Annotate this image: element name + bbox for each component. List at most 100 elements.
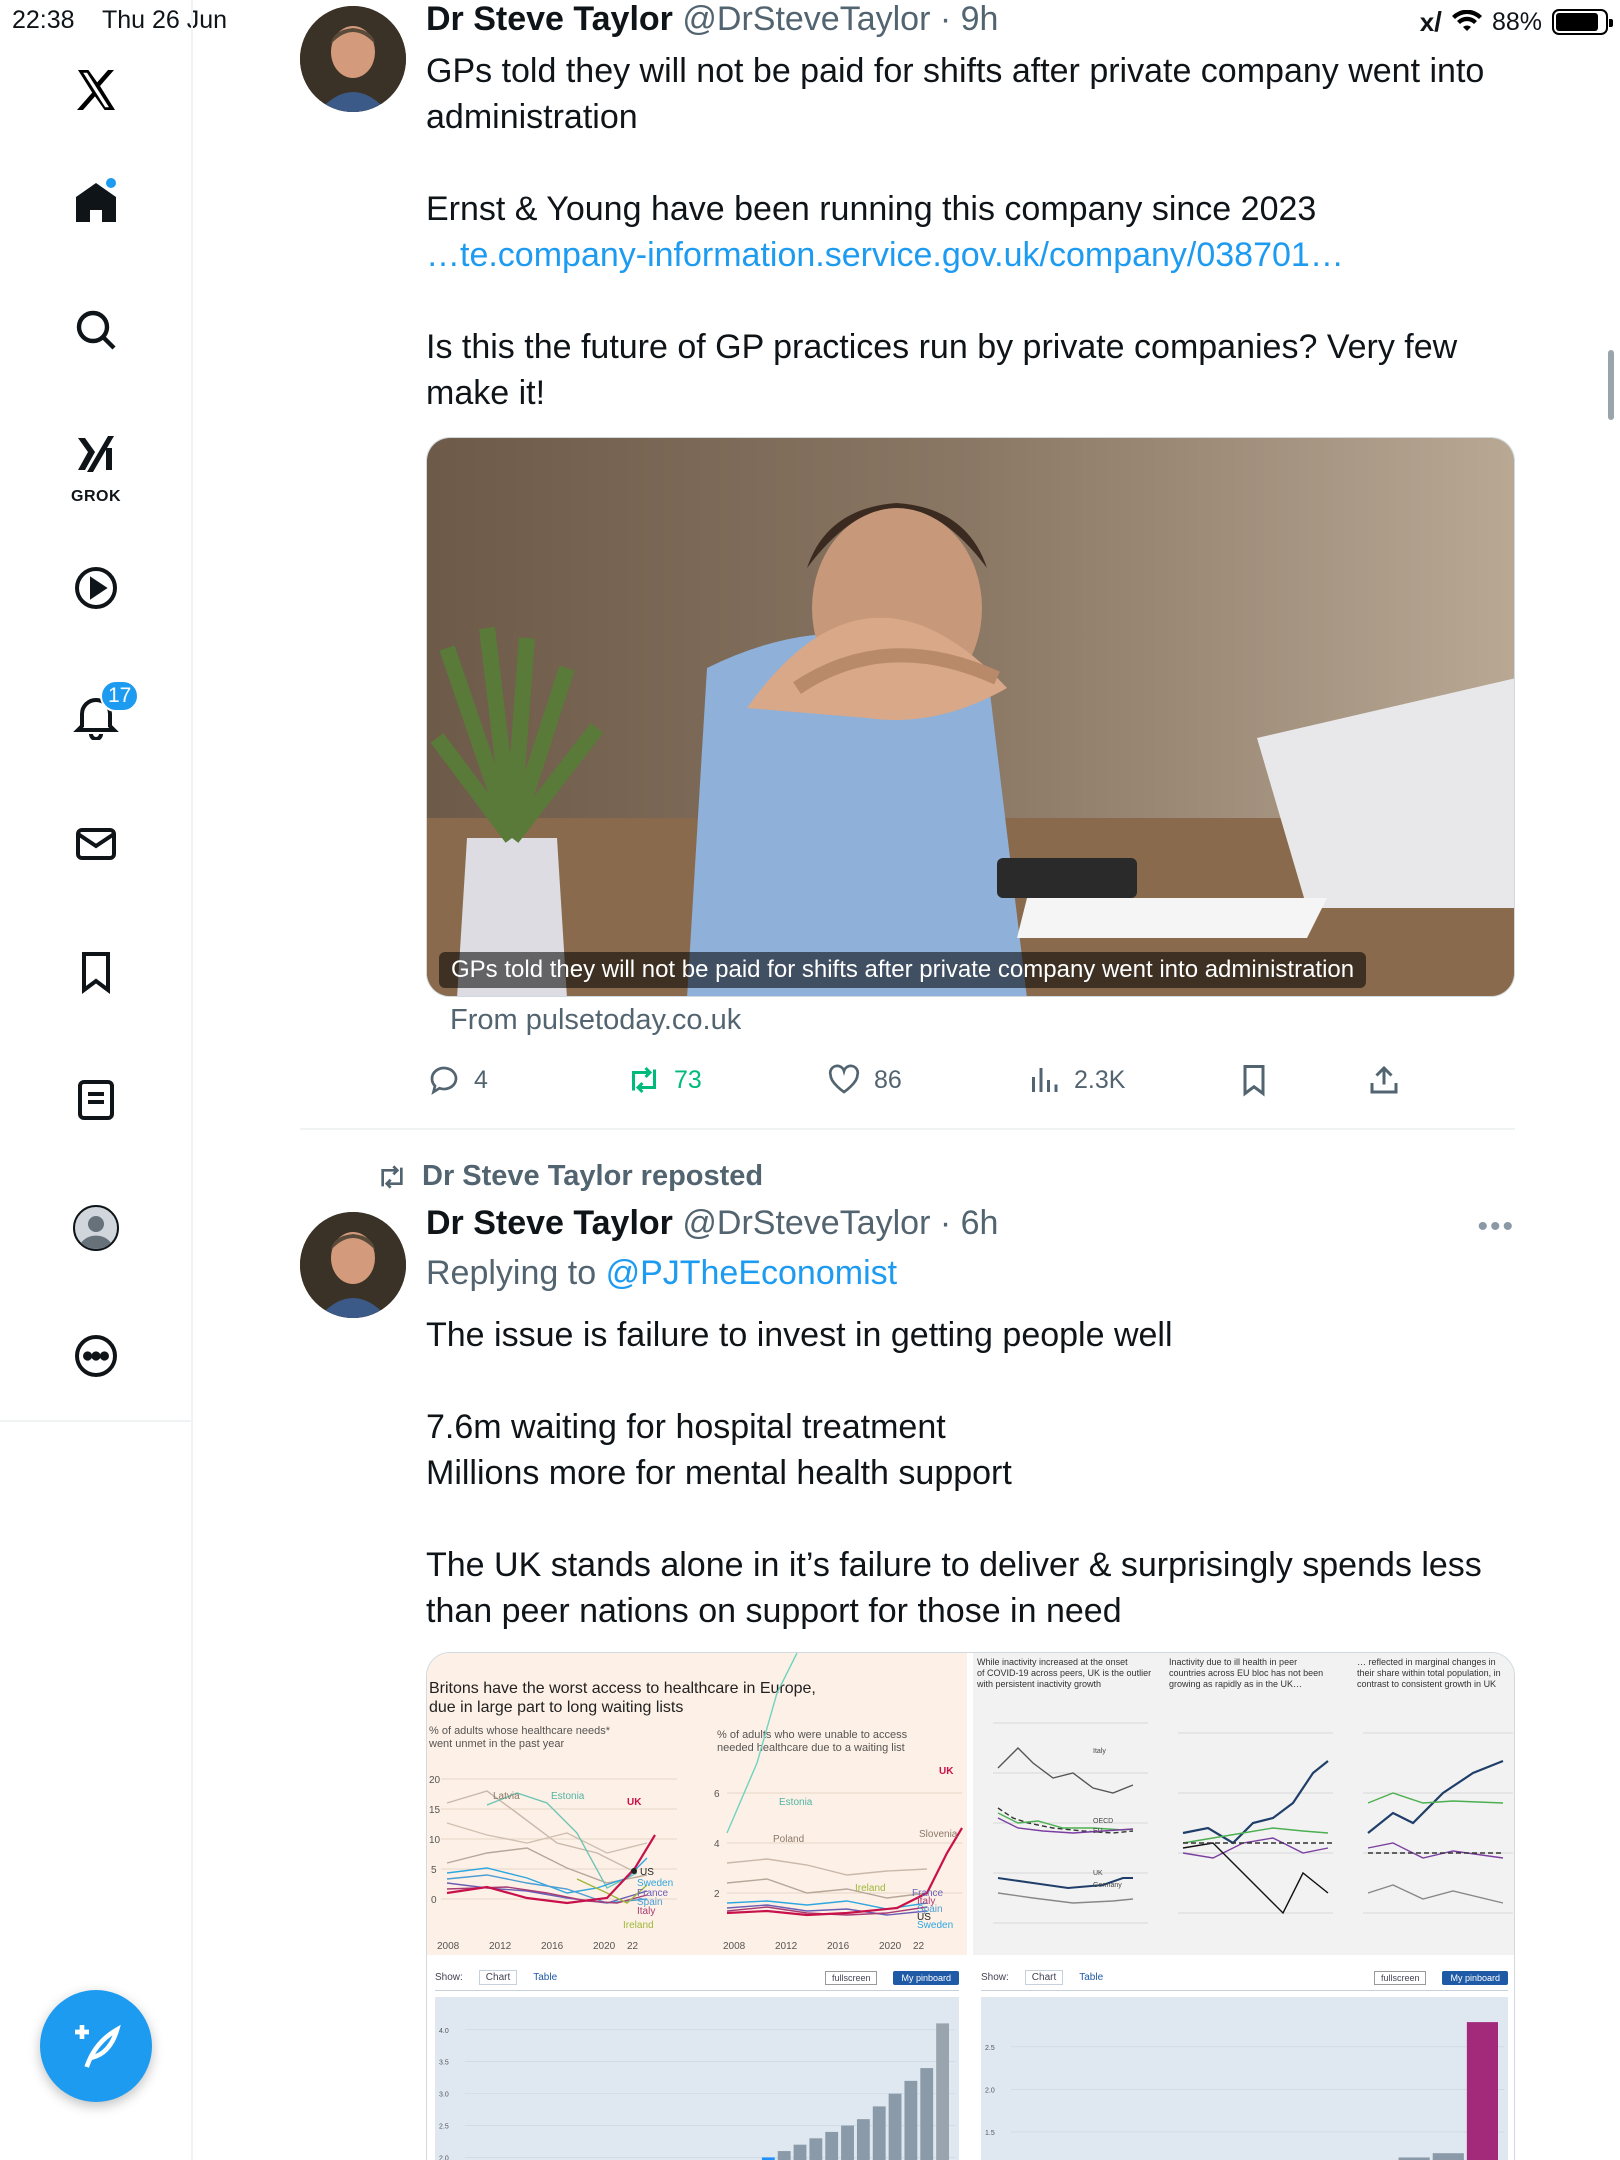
bar[interactable] — [809, 2138, 823, 2160]
replying-to: Replying to @PJTheEconomist — [426, 1254, 897, 1293]
sidebar-item-lists[interactable] — [56, 1060, 136, 1140]
pinboard-button[interactable]: My pinboard — [1442, 1970, 1508, 1985]
svg-text:2020: 2020 — [593, 1941, 616, 1952]
bar[interactable] — [1466, 2022, 1498, 2160]
y-tick-label: 2.5 — [439, 2124, 449, 2131]
sidebar-item-video[interactable] — [56, 548, 136, 628]
sidebar-item-home[interactable] — [56, 162, 136, 242]
legend-item: Italy — [1093, 1748, 1106, 1755]
scrollbar[interactable] — [1608, 350, 1614, 420]
avatar[interactable] — [300, 6, 406, 112]
y-tick-label: 1.5 — [985, 2130, 995, 2137]
svg-text:Italy: Italy — [637, 1906, 655, 1917]
link-card-image[interactable]: GPs told they will not be paid for shift… — [426, 437, 1515, 997]
sidebar-item-notifications[interactable]: 17 — [56, 676, 140, 756]
fullscreen-button[interactable]: fullscreen — [824, 1970, 878, 1985]
oecd-bars: 2.52.01.51.0 — [985, 2022, 1504, 2160]
bar[interactable] — [920, 2068, 934, 2160]
sidebar-item-profile[interactable] — [56, 1188, 136, 1268]
tab-chart[interactable]: Chart — [478, 1970, 518, 1985]
battery-icon — [1552, 9, 1613, 35]
author-name[interactable]: Dr Steve Taylor — [426, 0, 673, 38]
svg-text:2012: 2012 — [775, 1941, 798, 1952]
tweet-line: make it! — [426, 374, 546, 412]
tweet-more-icon[interactable]: ••• — [1477, 1210, 1515, 1244]
svg-text:Ireland: Ireland — [623, 1920, 654, 1931]
tweet-line: The UK stands alone in it’s failure to d… — [426, 1546, 1482, 1584]
ft-healthcare-chart[interactable]: Britons have the worst access to healthc… — [427, 1653, 967, 1955]
tab-table[interactable]: Table — [1079, 1972, 1103, 1983]
svg-text:2008: 2008 — [723, 1941, 746, 1952]
bar[interactable] — [793, 2144, 807, 2160]
svg-text:Slovenia: Slovenia — [919, 1829, 958, 1840]
avatar[interactable] — [300, 1212, 406, 1318]
fullscreen-button[interactable]: fullscreen — [1373, 1970, 1427, 1985]
svg-text:UK: UK — [627, 1797, 642, 1808]
svg-text:2008: 2008 — [437, 1941, 460, 1952]
bar[interactable] — [904, 2080, 918, 2160]
legend-item: UK — [1093, 1870, 1103, 1877]
like-button[interactable]: 86 — [826, 1058, 902, 1102]
replying-to-handle[interactable]: @PJTheEconomist — [606, 1254, 898, 1292]
bar[interactable] — [936, 2023, 949, 2160]
sidebar-item-search[interactable] — [56, 290, 136, 370]
wifi-icon — [1451, 10, 1482, 31]
y-tick-label: 2.5 — [985, 2045, 995, 2052]
share-button[interactable] — [1366, 1058, 1402, 1102]
repost-button[interactable]: 73 — [626, 1058, 702, 1102]
bar[interactable] — [888, 2093, 902, 2160]
svg-text:20: 20 — [429, 1775, 441, 1786]
link-card-source[interactable]: From pulsetoday.co.uk — [450, 1004, 741, 1037]
tab-chart[interactable]: Chart — [1024, 1970, 1064, 1985]
tweet-body: GPs told they will not be paid for shift… — [426, 48, 1511, 416]
svg-text:0: 0 — [431, 1895, 437, 1906]
views-icon — [1032, 1068, 1058, 1092]
x-logo[interactable] — [56, 50, 136, 130]
svg-text:UK: UK — [939, 1766, 954, 1777]
author-handle[interactable]: @DrSteveTaylor — [682, 0, 930, 38]
oecd-plot-area: 2.52.01.51.0 — [981, 1997, 1508, 2160]
bar[interactable] — [856, 2119, 870, 2160]
media-grid[interactable]: Britons have the worst access to healthc… — [426, 1652, 1515, 2160]
bar[interactable] — [841, 2125, 854, 2160]
profile-icon — [73, 1205, 119, 1251]
tweet-actions: 4 73 86 2.3K — [426, 1058, 1406, 1102]
sidebar-item-messages[interactable] — [56, 804, 136, 884]
tweet-time[interactable]: · 6h — [940, 1204, 999, 1242]
svg-text:Estonia: Estonia — [551, 1791, 585, 1802]
bar[interactable] — [825, 2131, 839, 2160]
y-tick-label: 2.0 — [985, 2087, 995, 2094]
sidebar-item-label: GROK — [71, 488, 121, 505]
views-button[interactable]: 2.3K — [1026, 1058, 1125, 1102]
pinboard-button[interactable]: My pinboard — [893, 1970, 959, 1985]
ons-inactivity-chart[interactable]: While inactivity increased at the onset … — [973, 1653, 1514, 1955]
compose-button[interactable] — [40, 1990, 152, 2102]
oecd-bar-chart-1[interactable]: Show: Chart Table fullscreen My pinboard… — [427, 1961, 967, 2160]
repost-context[interactable]: Dr Steve Taylor reposted — [376, 1160, 763, 1193]
y-tick-label: 3.5 — [439, 2060, 449, 2067]
oecd-bar-chart-2[interactable]: Show: Chart Table fullscreen My pinboard… — [973, 1961, 1514, 2160]
svg-text:Sweden: Sweden — [917, 1920, 953, 1931]
show-label: Show: — [981, 1972, 1009, 1983]
tweet-time[interactable]: · 9h — [940, 0, 999, 38]
bookmark-icon — [82, 952, 110, 994]
bar[interactable] — [1432, 2153, 1464, 2160]
sidebar-item-more[interactable] — [56, 1316, 136, 1396]
svg-text:4: 4 — [714, 1839, 720, 1850]
svg-text:15: 15 — [429, 1805, 441, 1816]
sidebar-item-grok[interactable]: GROK — [56, 418, 136, 508]
sidebar-item-bookmarks[interactable] — [56, 932, 136, 1012]
author-name[interactable]: Dr Steve Taylor — [426, 1204, 673, 1242]
list-icon — [78, 1080, 114, 1120]
x-logo-icon — [77, 70, 115, 110]
tweet-line: Ernst & Young have been running this com… — [426, 190, 1317, 228]
reply-button[interactable]: 4 — [426, 1058, 488, 1102]
bar[interactable] — [777, 2151, 791, 2160]
author-handle[interactable]: @DrSteveTaylor — [682, 1204, 930, 1242]
tab-table[interactable]: Table — [533, 1972, 557, 1983]
svg-text:10: 10 — [429, 1835, 441, 1846]
bookmark-button[interactable] — [1236, 1058, 1272, 1102]
bar[interactable] — [872, 2106, 886, 2160]
tweet-link[interactable]: …te.company-information.service.gov.uk/c… — [426, 232, 1511, 278]
show-label: Show: — [435, 1972, 463, 1983]
